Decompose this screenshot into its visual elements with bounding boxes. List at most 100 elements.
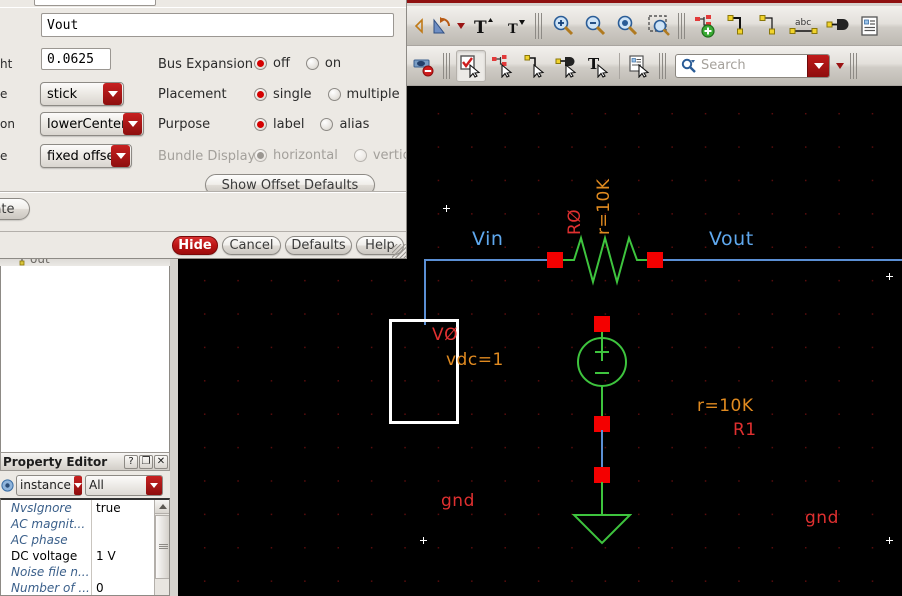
- clipped-field-above[interactable]: [34, 0, 156, 6]
- text-down-icon[interactable]: T: [501, 10, 531, 42]
- transform-icon[interactable]: [428, 10, 458, 42]
- height-field[interactable]: 0.0625: [41, 48, 111, 70]
- table-row[interactable]: AC phase: [1, 532, 169, 548]
- select-wire-icon[interactable]: [520, 50, 550, 82]
- toolbar-grip[interactable]: [443, 52, 452, 79]
- pin-r0-left[interactable]: [547, 252, 563, 268]
- style-combo[interactable]: stick: [40, 82, 124, 106]
- chevron-down-icon[interactable]: [146, 475, 162, 495]
- bus-expansion-off-label[interactable]: off: [273, 56, 290, 71]
- zoom-in-icon[interactable]: [548, 10, 578, 42]
- text-up-icon[interactable]: T: [469, 10, 499, 42]
- cancel-button[interactable]: Cancel: [222, 236, 281, 255]
- style-combo-value: stick: [47, 86, 78, 102]
- net-label-vout[interactable]: Vout: [709, 228, 754, 250]
- gnd-label-left[interactable]: gnd: [441, 491, 475, 511]
- toolbar-grip[interactable]: [850, 52, 859, 79]
- help-button[interactable]: ?: [124, 454, 138, 469]
- undock-button[interactable]: ❐: [139, 454, 153, 469]
- hide-button[interactable]: Hide: [172, 236, 218, 255]
- pin-gnd-left[interactable]: [594, 467, 610, 483]
- placement-single-radio[interactable]: [254, 88, 267, 101]
- pin-r0-right[interactable]: [647, 252, 663, 268]
- wire-vout[interactable]: [645, 259, 902, 261]
- transform-dropdown-caret[interactable]: [457, 22, 465, 29]
- bus-expansion-off-radio[interactable]: [254, 57, 267, 70]
- close-button[interactable]: ✕: [154, 454, 168, 469]
- chevron-down-icon[interactable]: [123, 113, 142, 135]
- ground-symbol-left[interactable]: [572, 513, 632, 545]
- gnd-label-right[interactable]: gnd: [805, 508, 839, 528]
- chevron-down-icon[interactable]: [111, 145, 130, 167]
- net-name-field[interactable]: Vout: [41, 13, 394, 37]
- wire-vin[interactable]: [424, 259, 554, 261]
- search-dropdown-button[interactable]: [807, 54, 829, 77]
- property-editor-titlebar[interactable]: Property Editor ? ❐ ✕: [0, 452, 170, 471]
- object-type-icon: [0, 478, 16, 492]
- scope-combo[interactable]: instance: [16, 474, 82, 496]
- select-instance-icon[interactable]: [488, 50, 518, 82]
- wire-narrow-icon[interactable]: [755, 10, 785, 42]
- zoom-fit-icon[interactable]: [612, 10, 642, 42]
- net-label-vin[interactable]: Vin: [472, 228, 503, 250]
- note-icon[interactable]: [855, 10, 885, 42]
- search-options-caret[interactable]: [836, 62, 844, 69]
- table-row[interactable]: DC voltage 1 V: [1, 548, 169, 564]
- defaults-button[interactable]: Defaults: [285, 236, 352, 255]
- select-pin-icon[interactable]: [552, 50, 582, 82]
- table-row[interactable]: Number of ... 0: [1, 580, 169, 595]
- bus-expansion-on-radio[interactable]: [305, 57, 319, 70]
- search-input[interactable]: Search: [675, 53, 830, 78]
- toolbar-grip[interactable]: [678, 12, 687, 39]
- table-row[interactable]: AC magnit...: [1, 516, 169, 532]
- prop-label-r1[interactable]: r=10K: [697, 396, 754, 416]
- add-instance-icon[interactable]: [691, 10, 721, 42]
- offset-combo[interactable]: fixed offset: [40, 144, 132, 168]
- wire-name-icon[interactable]: abc: [787, 10, 821, 42]
- prop-label-v0[interactable]: vdc=1: [446, 350, 504, 370]
- table-row[interactable]: NvsIgnore true: [1, 500, 169, 516]
- placement-multiple-label[interactable]: multiple: [347, 87, 400, 102]
- toolbar-grip[interactable]: [535, 12, 544, 39]
- chevron-down-icon[interactable]: [103, 83, 122, 105]
- scroll-up-button[interactable]: [155, 500, 169, 514]
- scrollbar-thumb[interactable]: [155, 515, 169, 579]
- canvas-preview-pane[interactable]: [0, 266, 170, 482]
- prop-label-r0[interactable]: r=10K: [594, 178, 614, 235]
- resistor-r0-symbol[interactable]: [563, 233, 655, 287]
- wire-vin-down[interactable]: [424, 259, 426, 325]
- zoom-area-icon[interactable]: [644, 10, 674, 42]
- inst-label-r0[interactable]: RØ: [565, 209, 585, 235]
- delete-net-icon[interactable]: [409, 50, 439, 82]
- inst-label-r1[interactable]: R1: [733, 420, 757, 440]
- purpose-label-option[interactable]: label: [273, 117, 304, 132]
- pin-icon[interactable]: [823, 10, 853, 42]
- arrow-left-icon[interactable]: [412, 10, 426, 42]
- select-all-icon[interactable]: [456, 49, 486, 82]
- select-note-icon[interactable]: [625, 50, 655, 82]
- vsource-circle-symbol[interactable]: [577, 337, 627, 387]
- inst-label-v0[interactable]: VØ: [432, 325, 458, 345]
- purpose-alias-radio[interactable]: [320, 118, 334, 131]
- filter-combo[interactable]: All: [85, 474, 163, 496]
- placement-single-label[interactable]: single: [273, 87, 312, 102]
- wire-icon[interactable]: [723, 10, 753, 42]
- apply-button-clipped[interactable]: ate: [0, 198, 30, 220]
- property-table[interactable]: NvsIgnore true AC magnit... AC phase DC …: [0, 498, 170, 596]
- bus-expansion-on-label[interactable]: on: [325, 56, 341, 71]
- purpose-label-radio[interactable]: [254, 118, 267, 131]
- dialog-footer-strip: ate: [0, 193, 406, 231]
- select-text-icon[interactable]: T: [584, 50, 614, 82]
- chevron-down-icon[interactable]: [73, 475, 82, 495]
- toolbar-grip[interactable]: [659, 52, 668, 79]
- position-combo[interactable]: lowerCenter: [40, 112, 144, 136]
- bundle-horizontal-radio: [254, 149, 267, 162]
- zoom-out-icon[interactable]: [580, 10, 610, 42]
- table-row[interactable]: Noise file n...: [1, 564, 169, 580]
- pin-v0-top[interactable]: [594, 316, 610, 332]
- placement-multiple-radio[interactable]: [327, 88, 341, 101]
- property-table-scrollbar[interactable]: [154, 500, 169, 595]
- resize-grip[interactable]: [392, 244, 406, 258]
- panel-gutter: [170, 240, 178, 596]
- purpose-alias-label[interactable]: alias: [339, 117, 369, 132]
